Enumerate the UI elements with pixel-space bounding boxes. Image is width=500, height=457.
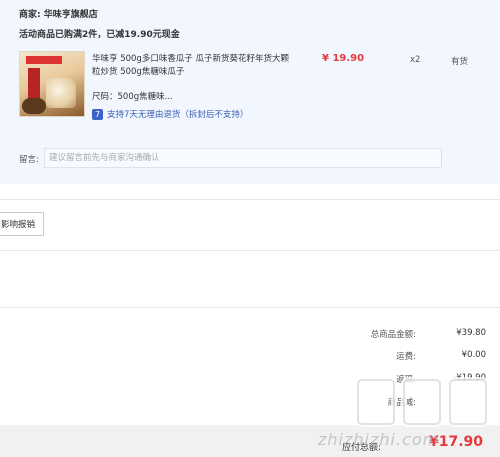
product-title[interactable]: 华味亨 500g多口味香瓜子 瓜子新货葵花籽年货大颗粒炒货 500g焦糖味瓜子 bbox=[92, 53, 292, 79]
item-price: ¥ 19.90 bbox=[322, 53, 365, 64]
summary-label: 运费: bbox=[396, 352, 416, 362]
divider bbox=[0, 199, 500, 200]
watermark-text: zhizhizhi.com bbox=[318, 430, 440, 449]
stock-status: 有货 bbox=[451, 57, 469, 67]
product-spec: 尺码：500g焦糖味... bbox=[92, 92, 173, 102]
product-thumbnail[interactable] bbox=[19, 51, 85, 117]
thumbnail-band bbox=[26, 56, 62, 64]
message-label: 留言: bbox=[19, 155, 39, 165]
return-policy[interactable]: 7 支持7天无理由退货（拆封后不支持） bbox=[92, 108, 248, 120]
thumbnail-seeds bbox=[46, 78, 76, 108]
summary-value: ¥0.00 bbox=[461, 350, 486, 360]
summary-row-total: 总商品金额: ¥39.80 bbox=[331, 328, 486, 340]
summary-value: ¥39.80 bbox=[456, 328, 486, 338]
promo-text: 活动商品已购满2件，已减19.90元现金 bbox=[19, 30, 180, 40]
message-input[interactable] bbox=[44, 148, 442, 168]
shop-label[interactable]: 商家: 华味亨旗舰店 bbox=[19, 7, 98, 20]
summary-row-shipping: 运费: ¥0.00 bbox=[331, 350, 486, 362]
item-quantity: x2 bbox=[410, 55, 421, 65]
divider bbox=[0, 307, 500, 308]
divider bbox=[0, 250, 500, 251]
return-policy-text: 支持7天无理由退货（拆封后不支持） bbox=[107, 110, 249, 120]
thumbnail-nuts bbox=[22, 98, 46, 114]
return-badge-icon: 7 bbox=[92, 108, 103, 120]
summary-label: 总商品金额: bbox=[370, 330, 416, 340]
invoice-button[interactable]: 影响报销 bbox=[0, 212, 44, 236]
